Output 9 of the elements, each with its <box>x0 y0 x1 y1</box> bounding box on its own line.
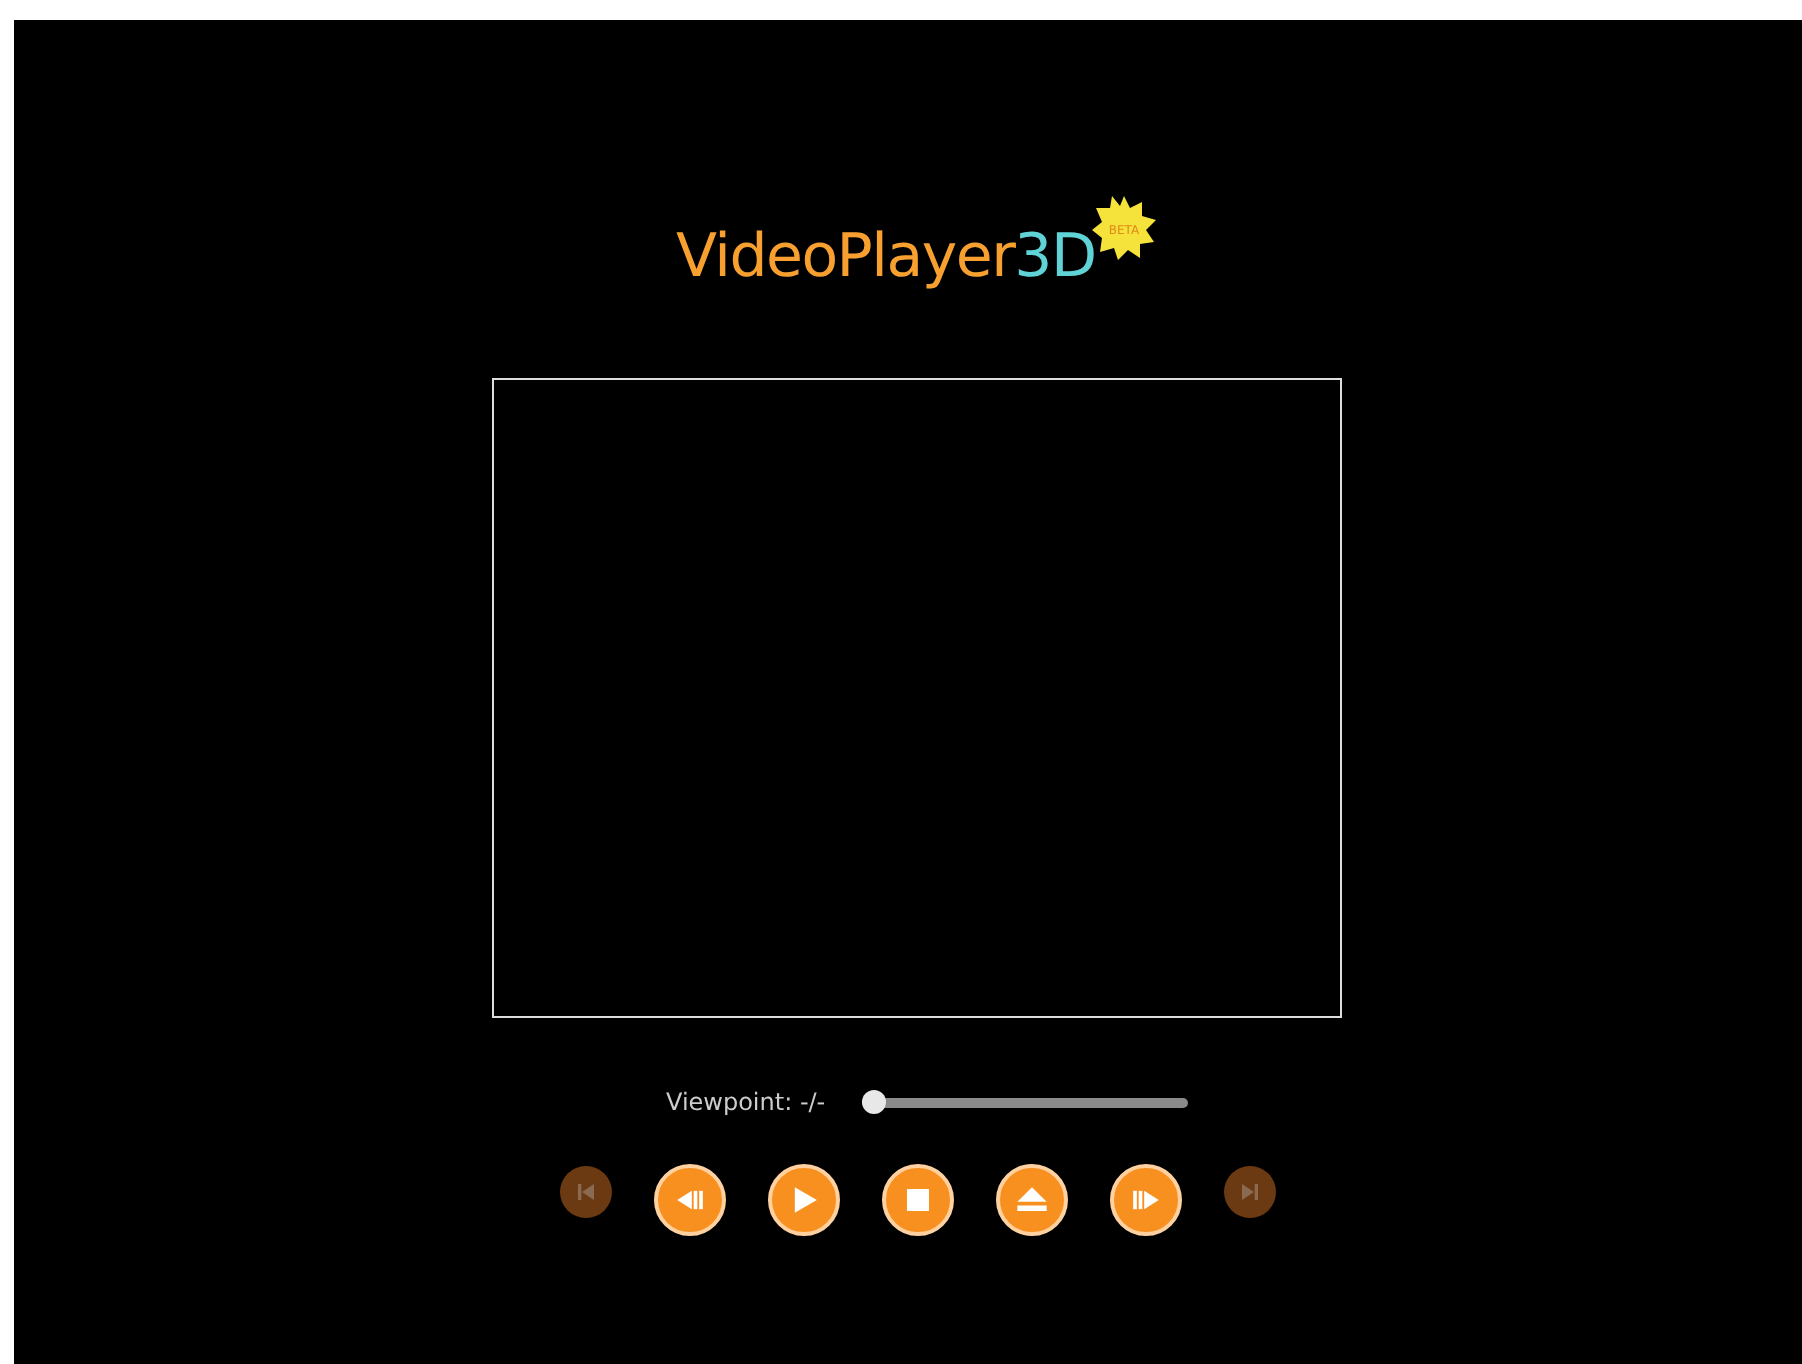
viewpoint-slider[interactable] <box>861 1090 1188 1114</box>
logo-text: VideoPlayer3D <box>676 228 1096 288</box>
stop-button[interactable] <box>882 1164 954 1236</box>
play-button[interactable] <box>768 1164 840 1236</box>
step-forward-button[interactable] <box>1110 1164 1182 1236</box>
slider-thumb[interactable] <box>861 1090 886 1114</box>
eject-button[interactable] <box>996 1164 1068 1236</box>
step-back-button[interactable] <box>654 1164 726 1236</box>
viewpoint-label: Viewpoint: -/- <box>666 1086 826 1120</box>
